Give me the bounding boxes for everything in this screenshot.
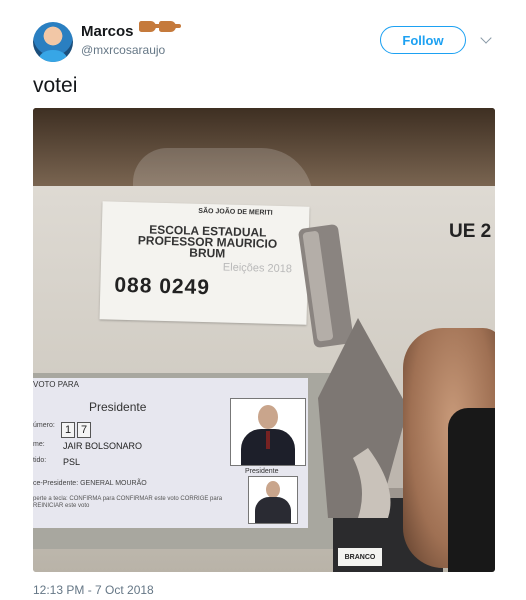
pointing-hand-icon: [159, 21, 181, 32]
screen-instructions: perte a tecla: CONFIRMA para CONFIRMAR e…: [33, 496, 223, 509]
tweet-card: Marcos @mxrcosaraujo Follow votei SÃO JO…: [0, 0, 526, 600]
candidate-photo-caption: Presidente: [245, 468, 279, 475]
screen-office: Presidente: [89, 400, 147, 414]
voting-screen: VOTO PARA Presidente úmero: 1 7 me: JAIR…: [33, 378, 308, 528]
tweet-timestamp[interactable]: 12:13 PM - 7 Oct 2018: [33, 583, 154, 597]
pointing-hands-emoji: [139, 21, 181, 32]
candidate-photo: [230, 398, 306, 466]
vice-candidate-suit: [255, 497, 291, 523]
tweet-text: votei: [33, 74, 78, 97]
revolver-image: [298, 224, 418, 518]
screen-name-label: me:: [33, 441, 45, 448]
author-handle[interactable]: @mxrcosaraujo: [81, 43, 165, 57]
label-zone-section: 088 0249: [114, 273, 211, 300]
label-school: ESCOLA ESTADUAL PROFESSOR MAURICIO BRUM: [137, 222, 278, 261]
candidate-head: [258, 405, 278, 429]
label-elections: Eleições 2018: [222, 261, 293, 276]
screen-digit: 7: [77, 422, 91, 438]
screen-party-label: tido:: [33, 457, 47, 464]
machine-label: UE 2: [449, 221, 492, 242]
blank-vote-button: BRANCO: [338, 548, 382, 566]
avatar-shirt: [39, 50, 67, 62]
author-display-name[interactable]: Marcos: [81, 23, 134, 40]
screen-candidate-name: JAIR BOLSONARO: [63, 441, 143, 451]
sleeve-image: [448, 408, 495, 572]
label-city: SÃO JOÃO DE MERITI: [198, 207, 273, 217]
candidate-tie: [266, 431, 270, 449]
screen-party: PSL: [63, 457, 81, 467]
vice-candidate-photo: [248, 476, 298, 524]
screen-vote-for: VOTO PARA: [33, 380, 79, 389]
vice-candidate-head: [266, 481, 280, 498]
pointing-hand-icon: [139, 21, 161, 32]
screen-vice-president: ce-Presidente: GENERAL MOURÃO: [33, 480, 147, 487]
screen-digit: 1: [61, 422, 75, 438]
tweet-photo[interactable]: SÃO JOÃO DE MERITI ESCOLA ESTADUAL PROFE…: [33, 108, 495, 572]
user-avatar[interactable]: [33, 22, 73, 62]
follow-button[interactable]: Follow: [380, 26, 466, 54]
chevron-down-icon[interactable]: [480, 32, 492, 44]
screen-number-label: úmero:: [33, 422, 55, 429]
polling-station-label: SÃO JOÃO DE MERITI ESCOLA ESTADUAL PROFE…: [99, 201, 310, 325]
